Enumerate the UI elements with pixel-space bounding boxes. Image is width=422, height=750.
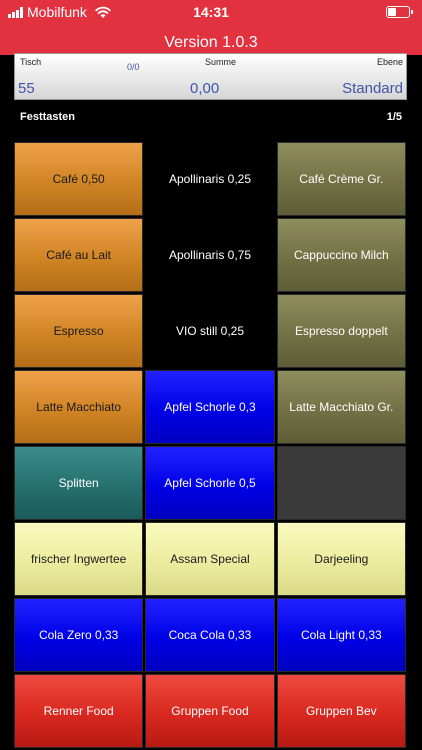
app-version: Version 1.0.3 [164, 34, 258, 51]
empty-key [276, 446, 406, 520]
clock: 14:31 [193, 4, 229, 20]
product-key[interactable]: Latte Macchiato [14, 370, 144, 444]
product-key[interactable]: Gruppen Bev [276, 674, 406, 748]
sum-label: Summe [205, 57, 237, 67]
product-key[interactable]: Darjeeling [276, 522, 406, 596]
product-key-grid: Café 0,50 Apollinaris 0,25 Café Crème Gr. C… [14, 142, 406, 748]
level-value[interactable]: Standard [342, 80, 403, 97]
item-count: 0/0 [127, 62, 140, 72]
product-key[interactable]: Apollinaris 0,25 [145, 142, 275, 216]
product-key[interactable]: Assam Special [145, 522, 275, 596]
battery-level [388, 8, 396, 16]
top-bar: Mobilfunk 14:31 Version 1.0.3 [0, 0, 422, 55]
product-key[interactable]: Cappuccino Milch [276, 218, 406, 292]
product-key[interactable]: Latte Macchiato Gr. [276, 370, 406, 444]
product-key[interactable]: Café au Lait [14, 218, 144, 292]
battery-icon [386, 6, 413, 18]
product-key[interactable]: Espresso doppelt [276, 294, 406, 368]
product-key[interactable]: Café 0,50 [14, 142, 144, 216]
product-key[interactable]: Espresso [14, 294, 144, 368]
product-key[interactable]: Renner Food [14, 674, 144, 748]
status-bar: Mobilfunk 14:31 [0, 0, 422, 26]
order-info-panel: Tisch 0/0 Summe Ebene 55 0,00 Standard [14, 53, 407, 100]
product-key[interactable]: VIO still 0,25 [145, 294, 275, 368]
section-title: Festtasten [20, 111, 76, 123]
product-key[interactable]: Apfel Schorle 0,3 [145, 370, 275, 444]
product-key[interactable]: Gruppen Food [145, 674, 275, 748]
sum-value: 0,00 [190, 80, 220, 97]
table-label: Tisch [20, 57, 42, 67]
table-number[interactable]: 55 [18, 80, 35, 97]
product-key[interactable]: Splitten [14, 446, 144, 520]
page-indicator[interactable]: 1/5 [387, 111, 402, 123]
product-key[interactable]: Apollinaris 0,75 [145, 218, 275, 292]
product-key[interactable]: Apfel Schorle 0,5 [145, 446, 275, 520]
product-key[interactable]: Coca Cola 0,33 [145, 598, 275, 672]
product-key[interactable]: Cola Light 0,33 [276, 598, 406, 672]
level-label: Ebene [376, 57, 403, 67]
product-key[interactable]: frischer Ingwertee [14, 522, 144, 596]
product-key[interactable]: Cola Zero 0,33 [14, 598, 144, 672]
product-key[interactable]: Café Crème Gr. [276, 142, 406, 216]
